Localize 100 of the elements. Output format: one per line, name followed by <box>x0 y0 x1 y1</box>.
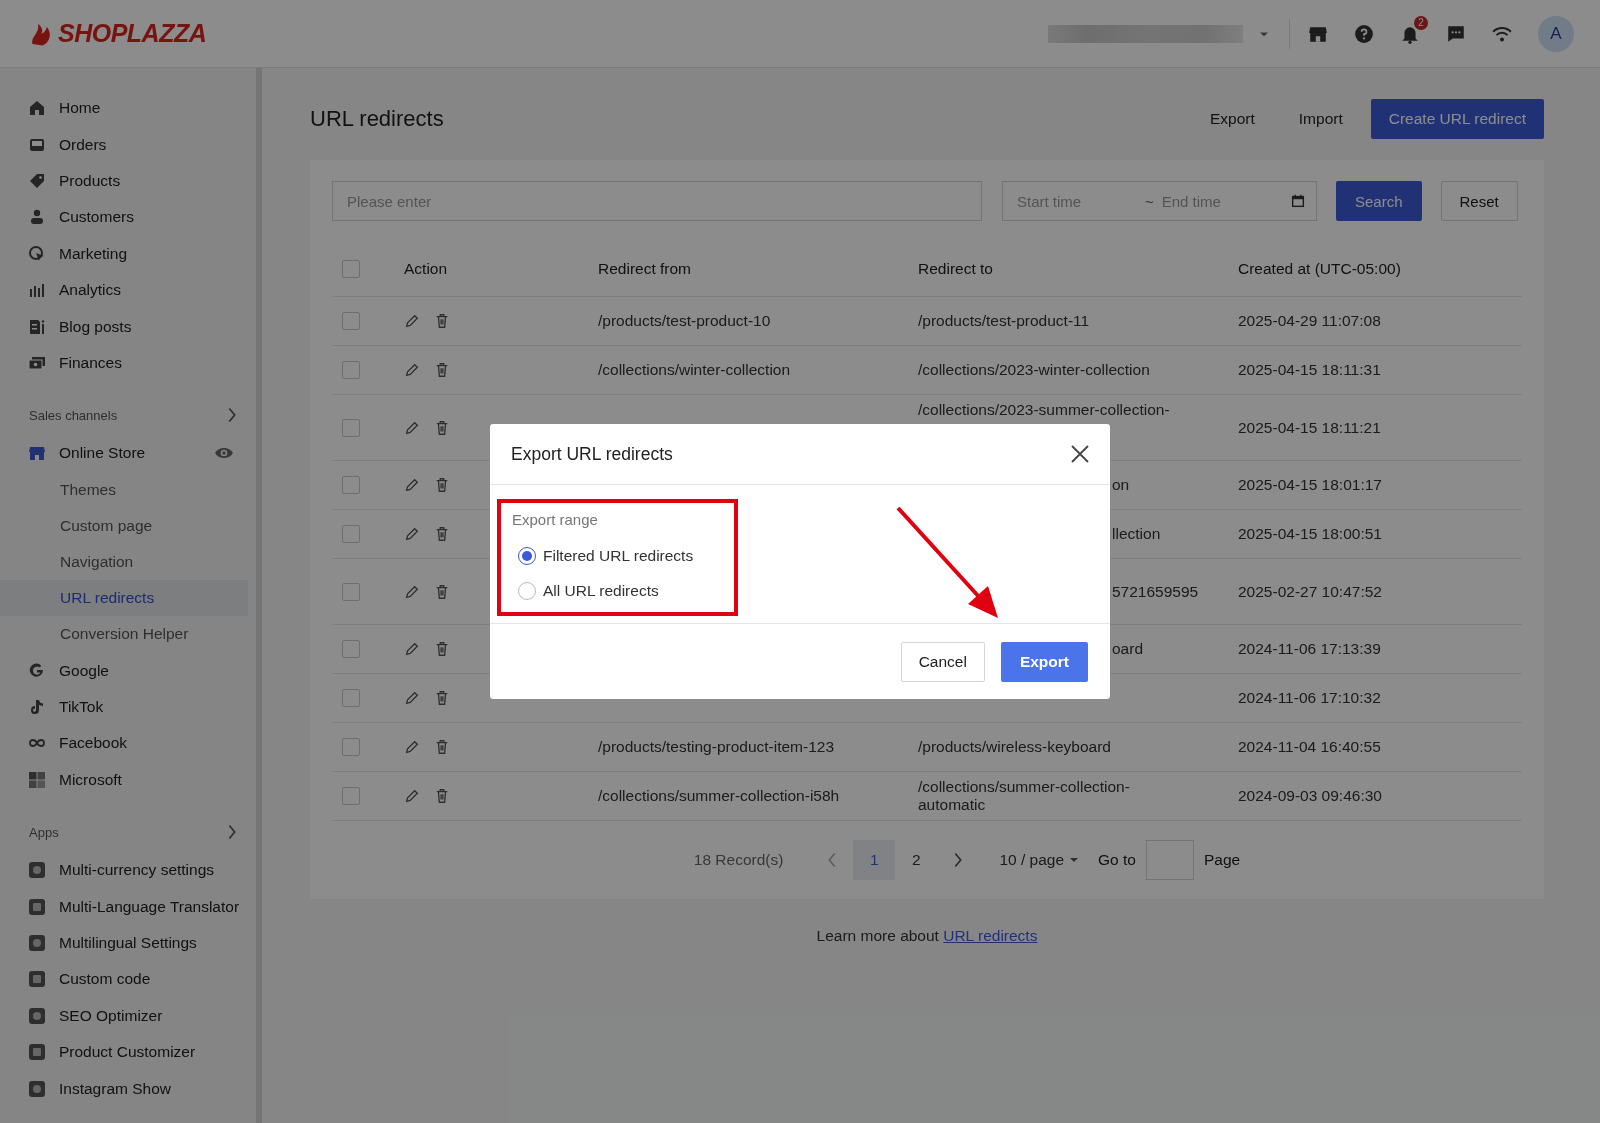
trash-icon <box>434 526 450 542</box>
checkbox[interactable] <box>342 476 360 494</box>
page-button[interactable]: 1 <box>853 840 896 880</box>
google-icon <box>28 661 46 680</box>
radio-option[interactable]: Filtered URL redirects <box>512 538 694 573</box>
checkbox[interactable] <box>342 689 360 707</box>
help-link[interactable]: URL redirects <box>943 927 1038 944</box>
trash-icon <box>434 313 450 329</box>
table-cell: 2025-04-29 11:07:08 <box>1238 312 1381 330</box>
sidebar-item[interactable]: Orders <box>0 126 256 163</box>
help-text: Learn more about URL redirects <box>816 927 1038 944</box>
table-cell: 2024-11-06 17:13:39 <box>1238 640 1381 658</box>
search-field[interactable]: Please enter <box>332 181 982 221</box>
sidebar-item[interactable]: Finances <box>0 344 256 382</box>
target-cursor-icon <box>28 244 46 263</box>
sidebar-item[interactable]: Home <box>0 90 256 127</box>
sidebar-item[interactable]: Multilingual Settings <box>0 924 256 962</box>
edit-icon <box>404 419 420 436</box>
sidebar-item[interactable]: Google <box>0 652 256 689</box>
edit-icon <box>404 583 420 600</box>
table-cell: llection <box>1112 525 1161 543</box>
page-title: URL redirects <box>310 106 445 132</box>
sidebar-item[interactable]: Product Customizer <box>0 1033 256 1071</box>
page-label: Page <box>1204 851 1241 869</box>
table-cell: on <box>1112 476 1130 494</box>
sidebar-item[interactable]: Microsoft <box>0 761 256 798</box>
dialog-title: Export URL redirects <box>511 443 673 465</box>
bar-chart-icon <box>28 281 46 300</box>
caret-icon <box>1070 858 1079 862</box>
radio-option[interactable]: All URL redirects <box>512 573 659 608</box>
page-number-field[interactable] <box>1146 840 1194 880</box>
sidebar-item[interactable]: Analytics <box>0 271 256 309</box>
page-size-select[interactable]: 10 / page <box>999 851 1079 869</box>
checkbox[interactable] <box>342 787 360 805</box>
sidebar-item[interactable]: Multi-currency settings <box>0 852 256 889</box>
checkbox[interactable] <box>342 640 360 658</box>
checkbox[interactable] <box>342 260 360 278</box>
sidebar-item[interactable]: Instagram Show <box>0 1070 256 1107</box>
chevron-left-icon <box>828 853 837 867</box>
sidebar-subitem[interactable]: Conversion Helper <box>0 616 248 653</box>
sidebar-item[interactable]: SEO Optimizer <box>0 997 256 1034</box>
edit-icon <box>404 739 420 755</box>
sidebar-item[interactable]: Online Store <box>0 435 256 472</box>
sidebar-subitem[interactable]: Custom page <box>0 507 248 544</box>
header-action-button[interactable]: Import <box>1276 110 1365 128</box>
app-icon <box>28 970 46 989</box>
table-cell: /collections/summer-collection-i58h <box>598 787 840 805</box>
sidebar-item[interactable]: Multi-Language Translator <box>0 888 256 925</box>
table-cell: /products/test-product-10 <box>598 312 771 330</box>
edit-icon <box>404 641 420 657</box>
sidebar-subitem[interactable]: Navigation <box>0 543 248 581</box>
checkbox[interactable] <box>342 418 360 437</box>
section-title: Sales channels <box>29 407 118 423</box>
checkbox[interactable] <box>342 582 360 601</box>
table-cell: 5721659595 <box>1112 582 1199 601</box>
table-cell: 2025-04-15 18:11:31 <box>1238 361 1381 379</box>
sidebar-item[interactable]: Products <box>0 162 256 200</box>
export-button[interactable]: Export <box>1000 641 1088 682</box>
blurred-store-selector[interactable] <box>1048 24 1243 43</box>
range-separator: ~ <box>1145 192 1154 210</box>
home-icon <box>28 99 46 118</box>
table-cell-text: /collections/summer-collection-automatic <box>918 778 1131 814</box>
notification-badge: 2 <box>1414 15 1428 30</box>
person-icon <box>28 208 46 227</box>
reset-button[interactable]: Reset <box>1440 181 1518 221</box>
music-note-icon <box>28 698 46 717</box>
trash-icon <box>434 641 450 657</box>
sidebar-subitem[interactable]: Themes <box>0 471 248 508</box>
search-button[interactable]: Search <box>1336 181 1422 221</box>
edit-icon <box>404 788 420 804</box>
table-cell: 2024-09-03 09:46:30 <box>1238 787 1382 805</box>
sidebar-item[interactable]: Custom code <box>0 961 256 998</box>
checkbox[interactable] <box>342 361 360 379</box>
trash-icon <box>434 583 450 600</box>
trash-icon <box>434 477 450 493</box>
checkbox[interactable] <box>342 738 360 756</box>
sidebar-item[interactable]: Marketing <box>0 235 256 272</box>
sidebar-item[interactable]: TikTok <box>0 688 256 726</box>
app-icon <box>28 934 46 952</box>
create-button[interactable]: Create URL redirect <box>1370 99 1544 139</box>
cancel-button[interactable]: Cancel <box>900 641 985 682</box>
table-cell: 2025-04-15 18:00:51 <box>1238 525 1382 543</box>
table-cell: /products/test-product-11 <box>918 312 1090 330</box>
column-header: Redirect to <box>908 242 1228 297</box>
date-range-field[interactable]: Start time ~ End time <box>1002 181 1317 221</box>
sidebar-item[interactable]: Customers <box>0 199 256 236</box>
chat-icon <box>1446 23 1466 44</box>
field-label: Export range <box>512 511 599 528</box>
edit-icon <box>404 690 420 706</box>
edit-icon <box>404 313 420 329</box>
sidebar-item[interactable]: Facebook <box>0 725 256 762</box>
checkbox[interactable] <box>342 525 360 543</box>
header-action-button[interactable]: Export <box>1188 110 1277 128</box>
page-button[interactable]: 2 <box>895 840 938 880</box>
sidebar-item[interactable]: Blog posts <box>0 308 256 345</box>
checkbox[interactable] <box>342 312 360 330</box>
close-icon[interactable] <box>1070 444 1090 464</box>
sidebar-subitem[interactable]: URL redirects <box>0 580 248 617</box>
chevron-right-icon <box>228 408 236 423</box>
avatar[interactable]: A <box>1538 15 1574 52</box>
